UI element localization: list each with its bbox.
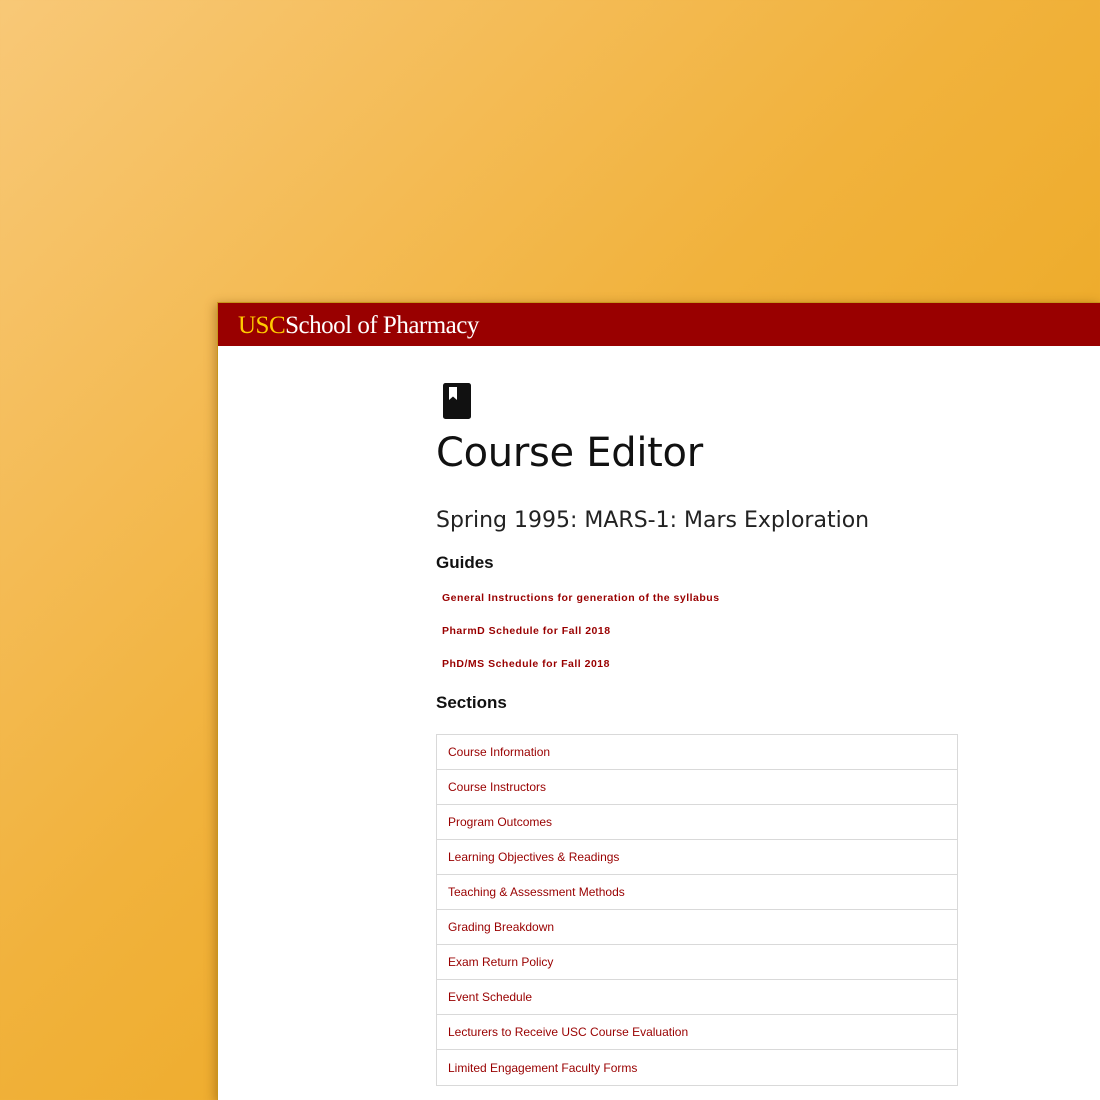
section-item-learning-objectives[interactable]: Learning Objectives & Readings bbox=[437, 840, 957, 875]
guides-heading: Guides bbox=[436, 553, 494, 572]
sections-list: Course Information Course Instructors Pr… bbox=[436, 734, 958, 1086]
app-window: USCSchool of Pharmacy Course Editor Spri… bbox=[217, 302, 1100, 1100]
guide-link-pharmd-schedule[interactable]: PharmD Schedule for Fall 2018 bbox=[442, 625, 720, 658]
logo-usc-text: USC bbox=[238, 312, 286, 339]
section-item-course-information[interactable]: Course Information bbox=[437, 735, 957, 770]
section-item-event-schedule[interactable]: Event Schedule bbox=[437, 980, 957, 1015]
sections-heading: Sections bbox=[436, 693, 507, 712]
logo-school-text: School of Pharmacy bbox=[285, 312, 479, 339]
section-item-course-instructors[interactable]: Course Instructors bbox=[437, 770, 957, 805]
page-title: Course Editor bbox=[436, 430, 703, 476]
book-icon bbox=[443, 383, 471, 419]
guide-link-general-instructions[interactable]: General Instructions for generation of t… bbox=[442, 592, 720, 625]
section-item-grading-breakdown[interactable]: Grading Breakdown bbox=[437, 910, 957, 945]
section-item-lecturers-evaluation[interactable]: Lecturers to Receive USC Course Evaluati… bbox=[437, 1015, 957, 1050]
section-item-exam-return-policy[interactable]: Exam Return Policy bbox=[437, 945, 957, 980]
guides-list: General Instructions for generation of t… bbox=[442, 592, 720, 691]
section-item-teaching-assessment[interactable]: Teaching & Assessment Methods bbox=[437, 875, 957, 910]
section-item-program-outcomes[interactable]: Program Outcomes bbox=[437, 805, 957, 840]
usc-pharmacy-logo[interactable]: USCSchool of Pharmacy bbox=[238, 311, 479, 338]
guide-link-phd-ms-schedule[interactable]: PhD/MS Schedule for Fall 2018 bbox=[442, 658, 720, 691]
course-title: Spring 1995: MARS-1: Mars Exploration bbox=[436, 508, 870, 533]
header-bar: USCSchool of Pharmacy bbox=[218, 303, 1100, 346]
section-item-limited-engagement-forms[interactable]: Limited Engagement Faculty Forms bbox=[437, 1050, 957, 1085]
